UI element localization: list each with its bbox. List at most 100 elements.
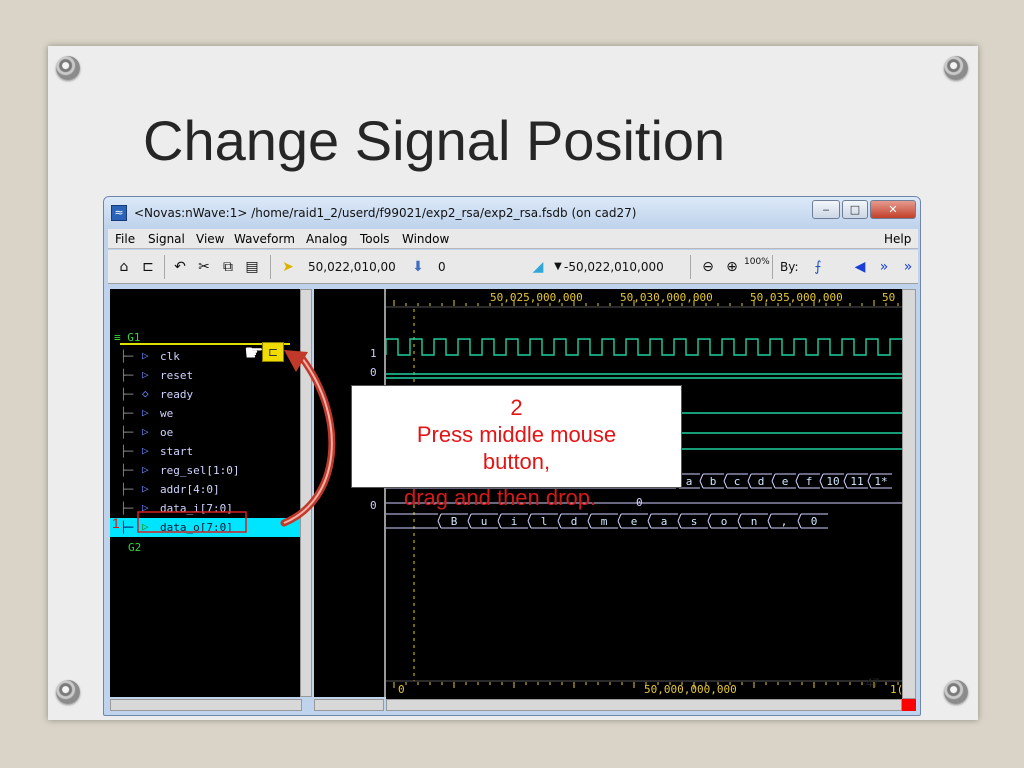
- hierarchy-icon[interactable]: ⊏: [138, 257, 158, 277]
- bus-segment-line: [617, 520, 622, 529]
- bus-segment-line: [699, 473, 704, 482]
- ruler-bottom-mid: 50,000,000,000: [644, 683, 737, 696]
- signal-row-we[interactable]: ├─ ▷ we: [110, 404, 300, 423]
- bus-segment-line: [699, 480, 704, 489]
- bus-segment-line: [737, 513, 742, 522]
- bus-value-label: i: [511, 515, 518, 528]
- bus-segment-line: [587, 513, 592, 522]
- group-label-g2[interactable]: G2: [128, 541, 141, 554]
- close-button[interactable]: ✕: [870, 200, 916, 219]
- ruler-bottom-start: 0: [398, 683, 405, 696]
- bus-segment-line: [767, 513, 772, 522]
- bus-segment-line: [867, 480, 872, 489]
- zoom-fit-button[interactable]: 100%: [744, 257, 770, 277]
- rising-edge-icon[interactable]: ⨍: [808, 257, 828, 277]
- waveform-hscrollbar[interactable]: [386, 699, 902, 711]
- ruler-top-label-3: 50,035,000,000: [750, 291, 843, 304]
- signal-row-reg-sel-1-0[interactable]: ├─ ▷ reg_sel[1:0]: [110, 461, 300, 480]
- bus-segment-line: [797, 520, 802, 529]
- signal-pane-scrollbar[interactable]: [300, 289, 312, 697]
- menu-file[interactable]: File: [115, 232, 135, 246]
- signal-direction-icon: ▷: [142, 425, 149, 438]
- menu-tools[interactable]: Tools: [360, 232, 390, 246]
- bus-value-label: o: [721, 515, 728, 528]
- bus-segment-line: [797, 513, 802, 522]
- bus-segment-line: [843, 480, 848, 489]
- signal-row-start[interactable]: ├─ ▷ start: [110, 442, 300, 461]
- rivet-top-right: [944, 56, 968, 80]
- ruler-top-label-1: 50,025,000,000: [490, 291, 583, 304]
- toolbar-overflow-icon[interactable]: »: [898, 257, 918, 277]
- copy-icon[interactable]: ⧉: [218, 257, 238, 277]
- bus-value-label: n: [751, 515, 758, 528]
- bus-value-label: 10: [826, 475, 839, 488]
- clk-waveform[interactable]: [386, 338, 902, 356]
- paste-icon[interactable]: ▤: [242, 257, 262, 277]
- ruler-top-label-4: 50: [882, 291, 896, 304]
- window-title: <Novas:nWave:1> /home/raid1_2/userd/f990…: [134, 206, 637, 220]
- step-two-line-1: Press middle mouse: [416, 422, 617, 447]
- value-pane-hscrollbar[interactable]: [314, 699, 384, 711]
- cut-icon[interactable]: ✂: [194, 257, 214, 277]
- window-titlebar[interactable]: ≈ <Novas:nWave:1> /home/raid1_2/userd/f9…: [104, 197, 920, 227]
- signal-row-oe[interactable]: ├─ ▷ oe: [110, 423, 300, 442]
- delta-time[interactable]: -50,022,010,000: [564, 257, 664, 277]
- zoom-out-icon[interactable]: ⊖: [698, 257, 718, 277]
- menu-waveform[interactable]: Waveform: [234, 232, 295, 246]
- tree-connector: ├─: [120, 388, 134, 401]
- marker-time[interactable]: 0: [438, 257, 446, 277]
- value-pane[interactable]: 1 0 0: [314, 289, 384, 697]
- menu-help[interactable]: Help: [884, 232, 911, 246]
- waveform-vscrollbar[interactable]: [902, 289, 916, 699]
- bus-segment-line: [723, 480, 728, 489]
- toolbar: ⌂ ⊏ ↶ ✂ ⧉ ▤ ➤ 50,022,010,00 ⬇ 0 ◢ ▼ -50,…: [108, 250, 918, 284]
- signal-name: oe: [160, 426, 174, 439]
- bus-segment-line: [747, 473, 752, 482]
- bus-value-label: m: [601, 515, 608, 528]
- signal-row-data-i-7-0[interactable]: ├─ ▷ data_i[7:0]: [110, 499, 300, 518]
- step-two-line-2: button,: [482, 449, 551, 474]
- signal-row-reset[interactable]: ├─ ▷ reset: [110, 366, 300, 385]
- search-forward-icon[interactable]: »: [874, 257, 894, 277]
- signal-row-addr-4-0[interactable]: ├─ ▷ addr[4:0]: [110, 480, 300, 499]
- toolbar-separator: [690, 255, 691, 279]
- bus-segment-line: [677, 513, 682, 522]
- minimize-button[interactable]: ‒: [812, 200, 840, 219]
- bus-value-label: 11: [850, 475, 863, 488]
- data-o-bus-waveform[interactable]: Bu i l d m e a s o n, 0: [386, 513, 828, 529]
- menu-window[interactable]: Window: [402, 232, 449, 246]
- undo-icon[interactable]: ↶: [170, 257, 190, 277]
- zoom-in-icon[interactable]: ⊕: [722, 257, 742, 277]
- search-by-label: By:: [780, 260, 799, 274]
- cursor-pointer-icon[interactable]: ➤: [278, 257, 298, 277]
- cursor-time[interactable]: 50,022,010,00: [308, 257, 396, 277]
- search-backward-icon[interactable]: ◀: [850, 257, 870, 277]
- menu-signal[interactable]: Signal: [148, 232, 185, 246]
- menu-view[interactable]: View: [196, 232, 224, 246]
- bus-segment-line: [737, 520, 742, 529]
- bus-value-label: e: [782, 475, 789, 488]
- step-one-label: 1: [112, 515, 120, 531]
- bus-segment-line: [707, 513, 712, 522]
- signal-direction-icon: ◇: [142, 387, 149, 400]
- maximize-button[interactable]: □: [842, 200, 868, 219]
- open-file-icon[interactable]: ⌂: [114, 257, 134, 277]
- signal-name: ready: [160, 388, 194, 401]
- instruction-callout: 2 Press middle mouse button,: [351, 385, 682, 488]
- signal-pane-hscrollbar[interactable]: [110, 699, 302, 711]
- signal-name: reg_sel[1:0]: [160, 464, 240, 477]
- bus-value-label: s: [691, 515, 698, 528]
- menu-analog[interactable]: Analog: [306, 232, 347, 246]
- value-data-i: 0: [370, 499, 377, 512]
- signal-row-data-o-7-0[interactable]: ├─ ▷ data_o[7:0]: [110, 518, 300, 537]
- delta-icon[interactable]: ◢: [528, 257, 548, 277]
- signal-direction-icon: ▷: [142, 349, 149, 362]
- signal-direction-icon: ▷: [142, 463, 149, 476]
- bus-segment-line: [527, 513, 532, 522]
- ruler-top-label-2: 50,030,000,000: [620, 291, 713, 304]
- bus-value-label: e: [631, 515, 638, 528]
- marker-icon[interactable]: ⬇: [408, 257, 428, 277]
- menu-bar: File Signal View Waveform Analog Tools W…: [108, 229, 918, 249]
- bus-segment-line: [819, 480, 824, 489]
- signal-row-ready[interactable]: ├─ ◇ ready: [110, 385, 300, 404]
